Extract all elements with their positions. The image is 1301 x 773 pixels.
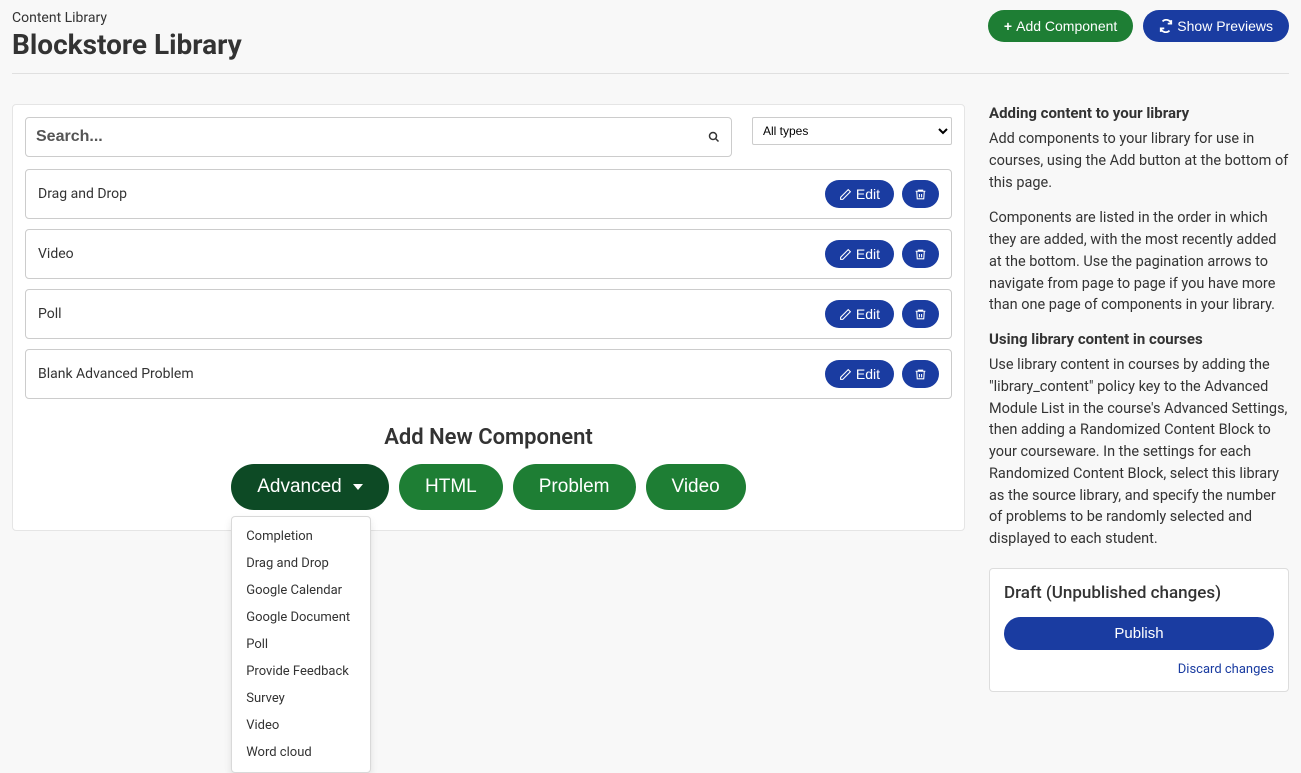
edit-icon — [839, 188, 852, 201]
type-pill-video[interactable]: Video — [646, 464, 746, 510]
advanced-menu-item[interactable]: Survey — [232, 685, 370, 712]
plus-icon: + — [1004, 18, 1012, 34]
show-previews-button[interactable]: Show Previews — [1143, 10, 1289, 42]
edit-icon — [839, 248, 852, 261]
trash-icon — [914, 368, 927, 381]
header-eyebrow: Content Library — [12, 10, 242, 26]
component-row: Drag and Drop Edit — [25, 169, 952, 219]
edit-icon — [839, 368, 852, 381]
edit-icon — [839, 308, 852, 321]
component-row: Poll Edit — [25, 289, 952, 339]
edit-label: Edit — [856, 306, 880, 322]
edit-button[interactable]: Edit — [825, 240, 894, 268]
trash-icon — [914, 308, 927, 321]
advanced-menu-item[interactable]: Completion — [232, 523, 370, 550]
add-component-button[interactable]: + Add Component — [988, 10, 1133, 42]
help-text: Adding content to your library Add compo… — [989, 104, 1289, 550]
delete-button[interactable] — [902, 180, 939, 208]
page-title: Blockstore Library — [12, 28, 242, 61]
add-new-heading: Add New Component — [25, 425, 952, 450]
draft-title: Draft (Unpublished changes) — [1004, 583, 1274, 603]
help-para-3: Use library content in courses by adding… — [989, 354, 1289, 550]
search-input[interactable] — [25, 117, 732, 157]
show-previews-label: Show Previews — [1177, 18, 1273, 34]
advanced-menu-item[interactable]: Video — [232, 712, 370, 739]
library-card: All types Drag and Drop Edit Video — [12, 104, 965, 531]
discard-changes-link[interactable]: Discard changes — [1004, 662, 1274, 677]
advanced-menu-item[interactable]: Provide Feedback — [232, 658, 370, 685]
advanced-menu-item[interactable]: Google Document — [232, 604, 370, 631]
component-row: Blank Advanced Problem Edit — [25, 349, 952, 399]
page-header: Content Library Blockstore Library + Add… — [12, 10, 1289, 74]
delete-button[interactable] — [902, 300, 939, 328]
caret-down-icon — [353, 484, 363, 490]
type-pill-advanced[interactable]: Advanced — [231, 464, 389, 510]
edit-button[interactable]: Edit — [825, 180, 894, 208]
delete-button[interactable] — [902, 240, 939, 268]
component-row: Video Edit — [25, 229, 952, 279]
edit-button[interactable]: Edit — [825, 300, 894, 328]
publish-button[interactable]: Publish — [1004, 617, 1274, 650]
advanced-menu-item[interactable]: Drag and Drop — [232, 550, 370, 577]
draft-panel: Draft (Unpublished changes) Publish Disc… — [989, 568, 1289, 692]
edit-label: Edit — [856, 186, 880, 202]
help-heading-2: Using library content in courses — [989, 330, 1289, 348]
edit-button[interactable]: Edit — [825, 360, 894, 388]
type-pill-problem[interactable]: Problem — [513, 464, 636, 510]
type-pill-html[interactable]: HTML — [399, 464, 503, 510]
add-component-label: Add Component — [1016, 18, 1117, 34]
help-para-2: Components are listed in the order in wh… — [989, 207, 1289, 316]
help-heading-1: Adding content to your library — [989, 104, 1289, 122]
component-title: Blank Advanced Problem — [38, 366, 194, 382]
component-title: Video — [38, 246, 74, 262]
trash-icon — [914, 188, 927, 201]
component-title: Poll — [38, 306, 62, 322]
delete-button[interactable] — [902, 360, 939, 388]
advanced-menu-item[interactable]: Google Calendar — [232, 577, 370, 604]
advanced-menu-item[interactable]: Poll — [232, 631, 370, 658]
type-filter-select[interactable]: All types — [752, 117, 952, 145]
edit-label: Edit — [856, 366, 880, 382]
edit-label: Edit — [856, 246, 880, 262]
advanced-dropdown: CompletionDrag and DropGoogle CalendarGo… — [231, 516, 371, 773]
refresh-icon — [1159, 19, 1173, 33]
trash-icon — [914, 248, 927, 261]
help-para-1: Add components to your library for use i… — [989, 128, 1289, 193]
component-title: Drag and Drop — [38, 186, 127, 202]
